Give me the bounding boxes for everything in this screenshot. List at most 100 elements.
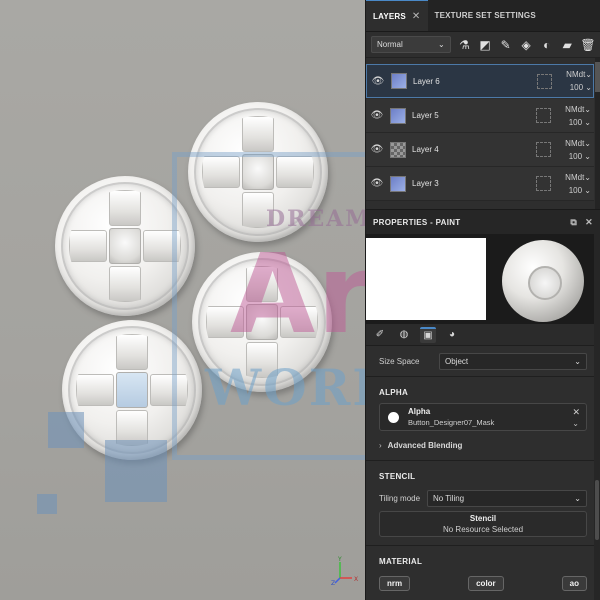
layer-name: Layer 4 xyxy=(412,145,439,154)
properties-title: PROPERTIES - PAINT xyxy=(373,217,461,227)
watermark-square xyxy=(105,440,167,502)
layer-name: Layer 5 xyxy=(412,111,439,120)
undock-icon[interactable]: ⧉ xyxy=(570,217,577,228)
stencil-section-title: STENCIL xyxy=(379,471,416,481)
divider xyxy=(366,460,600,461)
layer-thumbnail xyxy=(390,107,406,124)
alpha-title: Alpha xyxy=(408,407,431,416)
mask-slot[interactable] xyxy=(536,142,551,157)
layers-scrollbar[interactable] xyxy=(595,58,600,209)
size-space-dropdown[interactable]: Object ⌄ xyxy=(439,352,587,370)
button-model-left xyxy=(55,176,195,316)
color-button[interactable]: color xyxy=(468,576,504,591)
3d-viewport[interactable]: DREAMY Art WORLD Y X Z xyxy=(0,0,365,600)
material-sphere-preview xyxy=(502,240,584,322)
ao-button[interactable]: ao xyxy=(561,576,587,591)
layer-thumbnail xyxy=(391,73,407,89)
divider xyxy=(366,545,600,546)
chevron-right-icon: › xyxy=(379,440,382,450)
mask-slot[interactable] xyxy=(536,108,551,123)
close-icon[interactable]: ✕ xyxy=(585,217,593,228)
eye-icon[interactable]: 👁 xyxy=(366,144,388,155)
layer-blend[interactable]: NMdt⌄ 100 ⌄ xyxy=(557,137,591,163)
layer-row[interactable]: 👁 Layer 5 NMdt⌄ 100 ⌄ xyxy=(366,99,594,133)
mask-slot[interactable] xyxy=(537,73,552,89)
eye-icon[interactable]: 👁 xyxy=(367,76,389,87)
close-icon[interactable]: ✕ xyxy=(572,407,580,418)
layer-blend[interactable]: NMdt⌄ 100 ⌄ xyxy=(558,68,592,94)
delete-layer-icon[interactable]: 🗑 xyxy=(580,38,595,52)
add-paint-layer-icon[interactable]: ✎ xyxy=(499,38,513,52)
layer-list: 👁 Layer 6 NMdt⌄ 100 ⌄ 👁 Layer 5 NMdt⌄ 100 … xyxy=(366,58,600,210)
blend-mode-dropdown[interactable]: Normal ⌄ xyxy=(371,36,451,53)
layer-thumbnail xyxy=(390,175,406,192)
svg-text:X: X xyxy=(354,576,358,583)
watermark-square xyxy=(48,412,84,448)
close-icon[interactable]: ✕ xyxy=(412,11,421,22)
brush-preview xyxy=(366,234,600,324)
material-icon[interactable]: ◕ xyxy=(444,327,460,343)
tab-texture-set-settings[interactable]: TEXTURE SET SETTINGS xyxy=(428,0,543,31)
stencil-status: No Resource Selected xyxy=(442,525,524,534)
advanced-blending-label: Advanced Blending xyxy=(387,440,463,450)
axis-gizmo-icon: Y X Z xyxy=(331,556,358,586)
blend-mode-value: Normal xyxy=(377,40,403,49)
alpha-resource-name: Button_Designer07_Mask xyxy=(408,418,495,427)
layer-blend[interactable]: NMdt⌄ 100 ⌄ xyxy=(557,103,591,129)
add-fill-layer-icon[interactable]: ◈ xyxy=(519,38,533,52)
size-space-row: Size Space Object ⌄ xyxy=(366,350,600,372)
panel-tabbar: LAYERS ✕ TEXTURE SET SETTINGS xyxy=(366,0,600,32)
layers-toolbar: Normal ⌄ ⚗ ◩ ✎ ◈ ◐ ▰ 🗑 xyxy=(366,32,600,58)
watermark-square xyxy=(37,494,57,514)
alpha-thumbnail xyxy=(388,411,399,423)
stencil-icon[interactable]: ▣ xyxy=(420,326,436,343)
tiling-mode-dropdown[interactable]: No Tiling ⌄ xyxy=(427,489,587,507)
tab-layers[interactable]: LAYERS ✕ xyxy=(366,0,428,31)
layer-row[interactable]: 👁 Layer 4 NMdt⌄ 100 ⌄ xyxy=(366,133,594,167)
divider xyxy=(366,376,600,377)
watermark-art: Art xyxy=(230,230,365,358)
alpha-pattern-icon[interactable]: ◍ xyxy=(396,327,412,343)
eye-icon[interactable]: 👁 xyxy=(366,178,388,189)
size-space-value: Object xyxy=(445,356,469,366)
size-space-label: Size Space xyxy=(379,356,420,366)
tiling-mode-label: Tiling mode xyxy=(379,493,421,503)
add-effect-icon[interactable]: ⚗ xyxy=(458,38,472,52)
watermark-world: WORLD xyxy=(205,358,365,417)
layer-row[interactable]: 👁 Layer 6 NMdt⌄ 100 ⌄ xyxy=(366,64,594,98)
mask-slot[interactable] xyxy=(536,176,551,191)
eye-icon[interactable]: 👁 xyxy=(366,110,388,121)
layer-blend[interactable]: NMdt⌄ 100 ⌄ xyxy=(557,171,591,197)
layer-name: Layer 6 xyxy=(413,76,440,86)
add-folder-icon[interactable]: ▰ xyxy=(560,38,574,52)
add-smart-material-icon[interactable]: ◐ xyxy=(540,38,554,52)
properties-scrollbar[interactable] xyxy=(594,230,600,600)
add-mask-icon[interactable]: ◩ xyxy=(478,38,492,52)
chevron-down-icon: ⌄ xyxy=(574,493,581,503)
advanced-blending-toggle[interactable]: › Advanced Blending xyxy=(366,434,600,456)
stencil-resource-slot[interactable]: Stencil No Resource Selected xyxy=(379,511,587,537)
chevron-down-icon: ⌄ xyxy=(574,356,581,366)
layer-thumbnail xyxy=(390,141,406,158)
right-panel: LAYERS ✕ TEXTURE SET SETTINGS Normal ⌄ ⚗… xyxy=(365,0,600,600)
properties-channel-tabs: ✐ ◍ ▣ ◕ xyxy=(366,324,600,346)
chevron-down-icon: ⌄ xyxy=(438,40,445,49)
alpha-section-title: ALPHA xyxy=(379,387,409,397)
chevron-down-icon[interactable]: ⌄ xyxy=(572,419,579,428)
layer-name: Layer 3 xyxy=(412,179,439,188)
svg-text:Y: Y xyxy=(337,556,342,563)
svg-text:Z: Z xyxy=(331,580,335,586)
tab-layers-label: LAYERS xyxy=(373,11,406,21)
watermark-dreamy: DREAMY xyxy=(266,206,365,232)
tab-texture-label: TEXTURE SET SETTINGS xyxy=(434,10,536,20)
brush-stroke-preview xyxy=(366,238,486,320)
material-section-title: MATERIAL xyxy=(379,556,423,566)
nrm-button[interactable]: nrm xyxy=(379,576,411,591)
brush-icon[interactable]: ✐ xyxy=(372,327,388,343)
layer-row[interactable]: 👁 Layer 3 NMdt⌄ 100 ⌄ xyxy=(366,167,594,201)
tiling-mode-row: Tiling mode No Tiling ⌄ xyxy=(366,487,600,509)
alpha-resource-slot[interactable]: Alpha Button_Designer07_Mask ✕ ⌄ xyxy=(379,403,587,431)
material-channel-buttons: nrm color ao xyxy=(366,576,600,591)
stencil-title: Stencil xyxy=(469,514,497,523)
properties-header: PROPERTIES - PAINT ⧉ ✕ xyxy=(366,210,600,234)
